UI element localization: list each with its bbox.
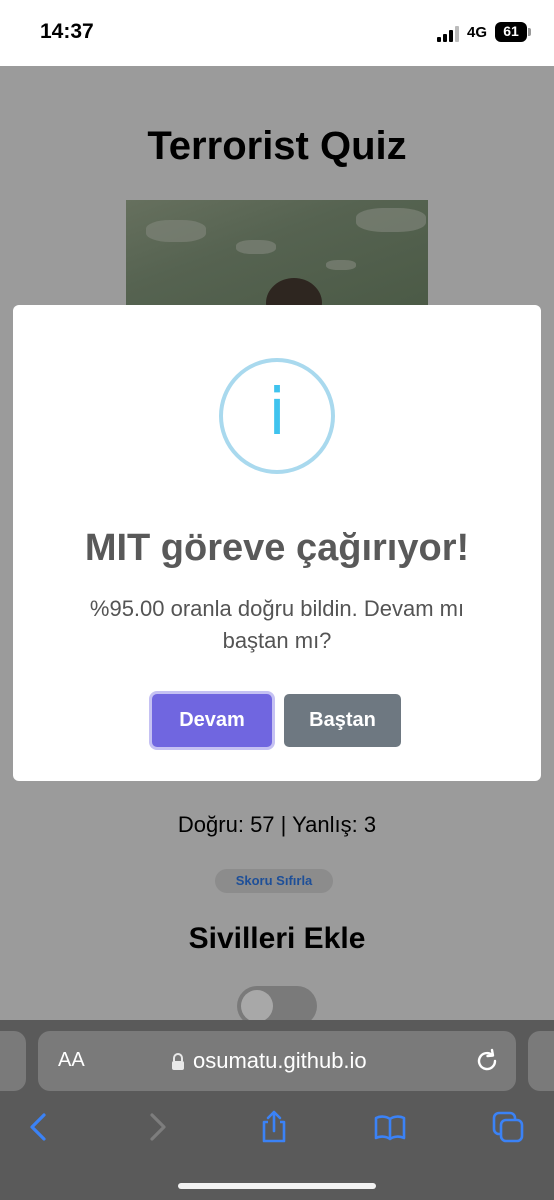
next-tab-preview[interactable] bbox=[528, 1031, 554, 1091]
section-title: Sivilleri Ekle bbox=[188, 922, 366, 955]
battery-tip bbox=[528, 28, 531, 36]
info-glyph: i bbox=[268, 376, 286, 450]
url-text: osumatu.github.io bbox=[193, 1048, 367, 1073]
status-bar: 14:37 4G 61 bbox=[0, 0, 554, 66]
cellular-signal-icon bbox=[437, 26, 461, 42]
restart-button[interactable]: Baştan bbox=[284, 694, 401, 747]
dialog-message: %95.00 oranla doğru bildin. Devam mı baş… bbox=[89, 596, 465, 653]
reload-icon[interactable] bbox=[474, 1048, 500, 1074]
text-size-button[interactable]: AA bbox=[58, 1049, 85, 1072]
browser-toolbar: AA osumatu.github.io bbox=[0, 1020, 554, 1200]
quiz-photo bbox=[126, 200, 428, 310]
address-bar[interactable]: AA osumatu.github.io bbox=[38, 1031, 516, 1091]
result-dialog: i MIT göreve çağırıyor! %95.00 oranla do… bbox=[13, 305, 541, 781]
info-icon: i bbox=[219, 358, 335, 474]
lock-icon bbox=[172, 1053, 184, 1070]
clock: 14:37 bbox=[40, 20, 94, 43]
previous-tab-preview[interactable] bbox=[0, 1031, 26, 1091]
score-text: Doğru: 57 | Yanlış: 3 bbox=[177, 812, 377, 837]
dialog-title: MIT göreve çağırıyor! bbox=[84, 527, 470, 569]
battery-level: 61 bbox=[503, 23, 519, 39]
reset-score-button[interactable]: Skoru Sıfırla bbox=[215, 869, 333, 893]
toggle-knob bbox=[241, 990, 273, 1022]
back-icon[interactable] bbox=[22, 1110, 56, 1144]
network-type: 4G bbox=[467, 24, 488, 41]
bookmarks-icon[interactable] bbox=[373, 1110, 407, 1144]
forward-icon[interactable] bbox=[140, 1110, 174, 1144]
battery-icon: 61 bbox=[495, 22, 527, 42]
page-title: Terrorist Quiz bbox=[147, 124, 407, 168]
tabs-icon[interactable] bbox=[491, 1110, 525, 1144]
continue-button[interactable]: Devam bbox=[152, 694, 272, 747]
home-indicator bbox=[178, 1183, 376, 1189]
share-icon[interactable] bbox=[257, 1110, 291, 1144]
